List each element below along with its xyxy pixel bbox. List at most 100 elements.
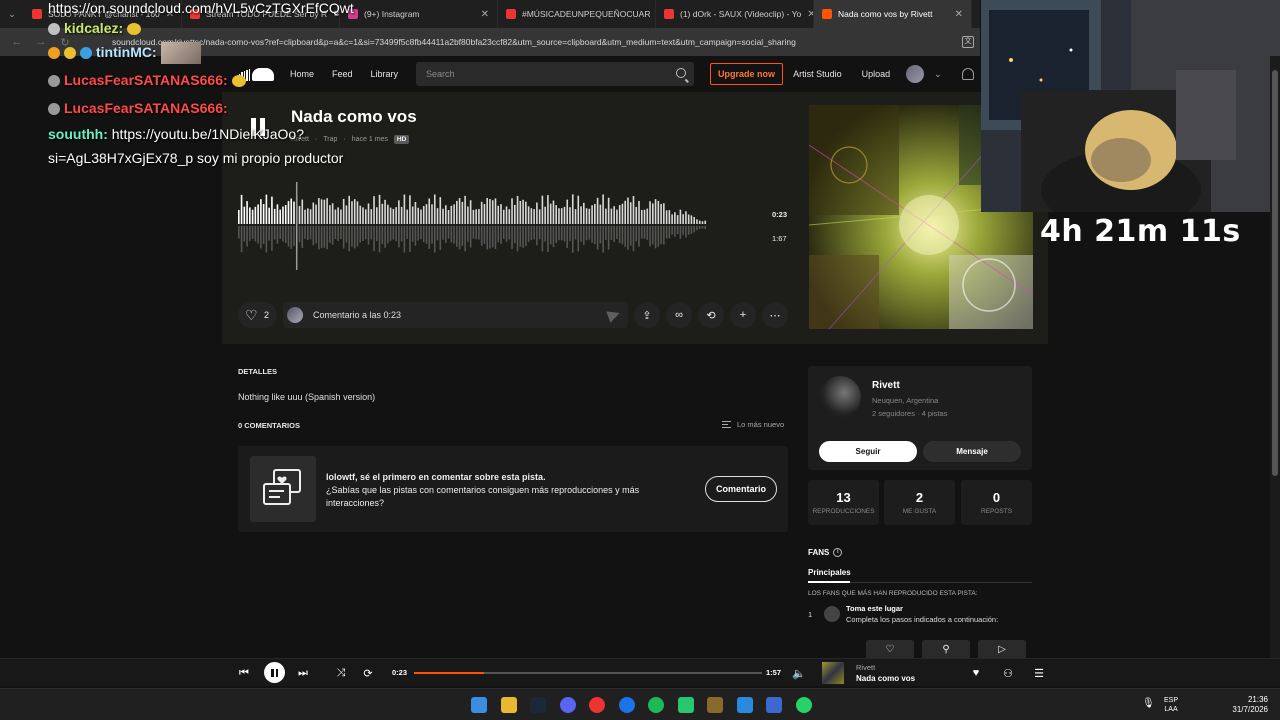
comment-button[interactable]: Comentario — [705, 476, 778, 502]
waveform[interactable] — [238, 178, 748, 274]
stat-label: ME GUSTA — [902, 508, 937, 515]
notepad-icon[interactable] — [766, 697, 782, 713]
app-icon[interactable] — [736, 697, 753, 713]
language-indicator[interactable]: ESP LAA — [1164, 696, 1178, 714]
heart-icon[interactable]: ♡ — [866, 640, 914, 658]
user-avatar[interactable] — [906, 65, 925, 83]
waveform-bar-reflection — [514, 226, 516, 244]
play-icon[interactable]: ▷ — [978, 640, 1026, 658]
artist-avatar[interactable] — [819, 376, 861, 418]
search-input[interactable]: Search — [416, 62, 695, 86]
waveform-bar — [533, 209, 535, 224]
waveform-bar — [478, 208, 480, 224]
app-icon[interactable] — [677, 697, 694, 713]
waveform-bar-reflection — [674, 226, 676, 237]
upgrade-button[interactable]: Upgrade now — [710, 63, 784, 85]
repost-icon[interactable]: ⟲ — [698, 302, 724, 328]
browser-tab-active[interactable]: Nada como vos by Rivett ✕ — [814, 0, 972, 28]
waveform-bar-reflection — [599, 226, 602, 244]
waveform-bar — [348, 195, 350, 224]
upload-link[interactable]: Upload — [862, 69, 891, 79]
browser-tab[interactable]: #MÚSICADEUNPEQUEÑOCUAR✕ — [498, 0, 656, 28]
waveform-bar — [450, 205, 453, 224]
waveform-bar-reflection — [301, 226, 304, 249]
app-icon[interactable] — [707, 697, 723, 713]
follow-user-icon[interactable]: ⚇ — [1000, 665, 1016, 681]
message-button[interactable]: Mensaje — [923, 441, 1021, 462]
artist-studio-link[interactable]: Artist Studio — [793, 69, 842, 79]
waveform-bar — [254, 206, 257, 224]
waveform-bar — [583, 202, 585, 224]
waveform-bar-reflection — [307, 226, 309, 241]
waveform-bar — [273, 208, 276, 224]
waveform-bar — [240, 194, 243, 224]
search-icon[interactable] — [676, 68, 687, 78]
send-icon[interactable] — [606, 307, 622, 323]
waveform-bar — [376, 207, 378, 224]
like-icon[interactable]: ♥ — [968, 665, 984, 681]
waveform-bar-reflection — [461, 226, 464, 246]
player-title[interactable]: Nada como vos — [856, 674, 915, 683]
close-icon[interactable]: ✕ — [955, 9, 963, 20]
more-icon[interactable]: ⋯ — [762, 302, 788, 328]
repeat-icon[interactable]: ⟳ — [360, 665, 376, 681]
steam-icon[interactable] — [530, 697, 546, 713]
waveform-total-time: 1:67 — [772, 234, 787, 243]
chrome-icon[interactable] — [618, 697, 635, 713]
volume-icon[interactable]: 🔈 — [791, 665, 807, 681]
share-icon[interactable]: ⇪ — [634, 302, 660, 328]
player-artist[interactable]: Rivett — [856, 663, 875, 672]
waveform-bar — [624, 200, 626, 224]
player-progress[interactable] — [414, 672, 762, 674]
forward-icon[interactable]: → — [34, 36, 48, 48]
tab-search-button[interactable]: ⌄ — [0, 0, 24, 28]
scrollbar-thumb[interactable] — [1272, 70, 1278, 476]
obs-icon[interactable] — [589, 697, 605, 713]
spotify-icon[interactable] — [648, 697, 664, 713]
discord-icon[interactable] — [559, 697, 576, 713]
waveform-bar — [530, 208, 533, 224]
link-icon[interactable]: ∞ — [666, 302, 692, 328]
waveform-bar-reflection — [279, 226, 281, 239]
translate-icon[interactable]: 文 — [962, 36, 974, 48]
waveform-bar — [442, 208, 444, 224]
follow-button[interactable]: Seguir — [819, 441, 917, 462]
shuffle-icon[interactable]: ⤨ — [333, 665, 349, 681]
player-artwork[interactable] — [822, 662, 844, 684]
like-button[interactable]: 2 — [238, 302, 278, 328]
waveform-bar — [458, 198, 461, 224]
waveform-bar-reflection — [262, 226, 265, 244]
taskbar-clock[interactable]: 21:36 31/7/2026 — [1224, 695, 1268, 715]
microphone-icon[interactable]: 🎙 — [1142, 699, 1155, 709]
artist-name[interactable]: Rivett — [872, 380, 900, 391]
waveform-bar-reflection — [486, 226, 488, 250]
bell-icon[interactable] — [961, 68, 974, 80]
browser-tab[interactable]: (1) dOrk - SAUX (Videoclip) - Yo ✕ — [656, 0, 814, 28]
windows-start-icon[interactable] — [471, 697, 487, 713]
waveform-bar-reflection — [304, 226, 306, 239]
info-icon[interactable]: i — [833, 548, 843, 557]
file-explorer-icon[interactable] — [500, 697, 517, 713]
waveform-bar — [298, 205, 301, 224]
waveform-bar — [698, 220, 701, 224]
waveform-bar-reflection — [591, 226, 593, 243]
pause-button[interactable] — [264, 662, 285, 683]
waveform-bar — [671, 214, 673, 224]
comment-input[interactable]: Comentario a las 0:23 — [283, 302, 628, 328]
waveform-bar — [445, 205, 447, 224]
waveform-bar-reflection — [342, 226, 345, 249]
previous-icon[interactable]: ⏮ — [236, 665, 252, 681]
close-icon[interactable]: ✕ — [481, 9, 489, 20]
waveform-bar — [596, 197, 599, 224]
close-icon[interactable]: ✕ — [807, 9, 813, 20]
add-to-playlist-icon[interactable]: + — [730, 302, 756, 328]
sort-dropdown[interactable]: Lo más nuevo — [722, 420, 784, 429]
follow-user-icon[interactable]: ⚲ — [922, 640, 970, 658]
chevron-down-icon[interactable]: ⌄ — [934, 69, 942, 80]
whatsapp-icon[interactable] — [795, 697, 812, 713]
queue-icon[interactable]: ☰ — [1031, 665, 1047, 681]
tab-top-fans[interactable]: Principales — [808, 568, 851, 577]
page-scrollbar[interactable] — [1270, 56, 1280, 658]
next-icon[interactable]: ⏭ — [295, 665, 311, 681]
back-icon[interactable]: ← — [10, 36, 24, 48]
